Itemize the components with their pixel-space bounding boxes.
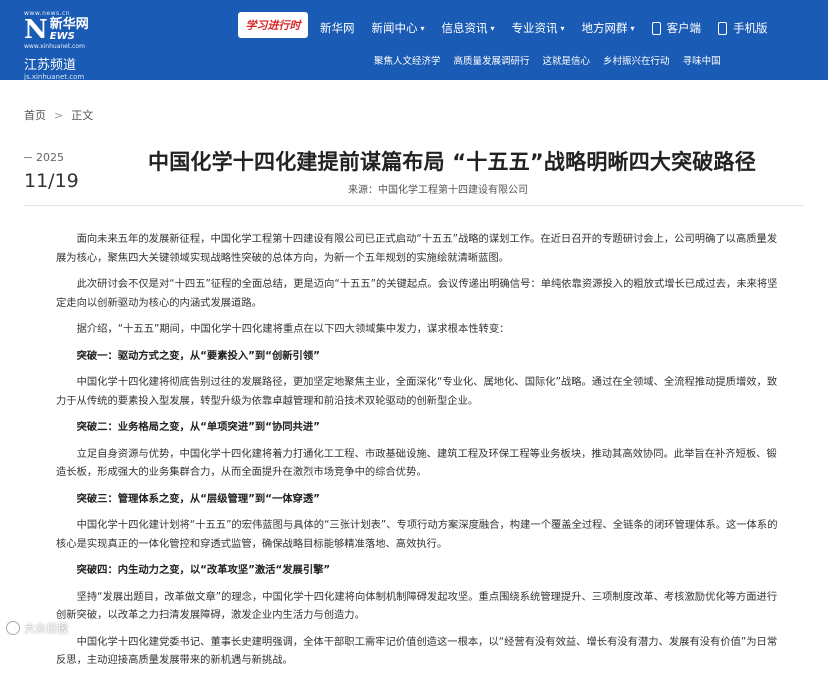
section-heading: 突破三：管理体系之变，从“层级管理”到“一体穿透” xyxy=(76,492,320,505)
nav-item-6[interactable]: 手机版 xyxy=(718,20,768,36)
study-badge-text: 学习进行时 xyxy=(245,19,301,32)
nav-item-4[interactable]: 地方网群 ▾ xyxy=(582,20,635,36)
article-body: 面向未来五年的发展新征程，中国化学工程第十四建设有限公司已正式启动“十五五”战略… xyxy=(56,230,780,678)
nav-item-label: 专业资讯 xyxy=(511,21,558,35)
top-nav: 新华网 新闻中心 ▾ 信息资讯 ▾ 专业资讯 ▾ 地方网群 ▾ 客户端 手机版 xyxy=(320,20,785,36)
paragraph: 立足自身资源与优势，中国化学十四化建将着力打通化工工程、市政基础设施、建筑工程及… xyxy=(56,447,777,479)
watermark: 大众日报 xyxy=(6,620,68,636)
paragraph: 中国化学十四化建计划将“十五五”的宏伟蓝图与具体的“三张计划表”、专项行动方案深… xyxy=(56,519,778,550)
nav-item-label: 信息资讯 xyxy=(441,21,488,35)
breadcrumb-home[interactable]: 首页 xyxy=(24,107,46,123)
subnav-item-1[interactable]: 高质量发展调研行 xyxy=(454,53,530,67)
paragraph: 此次研讨会不仅是对“十四五”征程的全面总结，更是迈向“十五五”的关键起点。会议传… xyxy=(56,278,778,309)
channel-url: js.xinhuanet.com xyxy=(24,73,85,81)
paragraph: 据介绍，“十五五”期间，中国化学十四化建将重点在以下四大领域集中发力，谋求根本性… xyxy=(76,323,510,335)
logo-n: N xyxy=(24,15,48,45)
publish-year-row: 2025 xyxy=(24,151,92,164)
page-title: 中国化学十四化建提前谋篇布局 “十五五”战略明晰四大突破路径 xyxy=(148,150,756,174)
logo-mark: N 新华网 EWS xyxy=(24,15,89,45)
nav-item-label: 新华网 xyxy=(320,21,355,35)
section-heading: 突破一：驱动方式之变，从“要素投入”到“创新引领” xyxy=(76,349,320,362)
subnav-item-4[interactable]: 寻味中国 xyxy=(683,53,721,67)
publish-day: 11/19 xyxy=(24,170,79,192)
dash-decoration xyxy=(24,157,32,158)
sub-nav: 聚焦人文经济学 高质量发展调研行 这就是信心 乡村振兴在行动 寻味中国 xyxy=(374,53,734,67)
title-divider xyxy=(24,205,804,206)
nav-item-label: 地方网群 xyxy=(581,21,628,35)
paragraph: 中国化学十四化建将彻底告别过往的发展路径，更加坚定地聚焦主业，全面深化“专业化、… xyxy=(56,376,778,407)
nav-item-3[interactable]: 专业资讯 ▾ xyxy=(512,20,565,36)
paragraph: 面向未来五年的发展新征程，中国化学工程第十四建设有限公司已正式启动“十五五”战略… xyxy=(56,233,778,264)
nav-item-5[interactable]: 客户端 xyxy=(651,20,702,36)
chevron-down-icon: ▾ xyxy=(490,23,495,33)
logo-cn: 新华网 xyxy=(49,17,89,32)
publish-year: 2025 xyxy=(36,151,64,164)
nav-item-0[interactable]: 新华网 xyxy=(320,20,355,36)
chevron-down-icon: ▾ xyxy=(420,23,425,33)
section-heading: 突破二：业务格局之变，从“单项突进”到“协同共进” xyxy=(76,421,320,433)
paragraph: 中国化学十四化建党委书记、董事长史建明强调，全体干部职工需牢记价值创造这一根本，… xyxy=(56,635,778,667)
breadcrumb-current: 正文 xyxy=(71,109,94,122)
section-heading: 突破四：内生动力之变，以“改革攻坚”激活“发展引擎” xyxy=(76,564,331,576)
paragraph: 坚持“发展出题目，改革做文章”的理念，中国化学十四化建将向体制机制障碍发起攻坚。… xyxy=(56,590,778,622)
nav-item-2[interactable]: 信息资讯 ▾ xyxy=(442,20,495,36)
study-badge[interactable]: 学习进行时 xyxy=(238,12,308,38)
site-header: www.news.cn N 新华网 EWS www.xinhuanet.com … xyxy=(0,0,828,81)
watermark-text: 大众日报 xyxy=(24,622,68,635)
chevron-down-icon: ▾ xyxy=(630,23,635,33)
subnav-item-3[interactable]: 乡村振兴在行动 xyxy=(603,53,670,67)
chevron-down-icon: ▾ xyxy=(560,23,565,33)
breadcrumb-separator: > xyxy=(54,108,64,122)
phone-icon xyxy=(651,21,661,35)
publish-date: 2025 11/19 xyxy=(24,151,92,192)
subnav-item-0[interactable]: 聚焦人文经济学 xyxy=(374,53,441,67)
subnav-item-2[interactable]: 这就是信心 xyxy=(543,53,591,67)
logo-news: EWS xyxy=(49,31,75,42)
logo-url: www.news.cn xyxy=(24,10,71,17)
breadcrumb: 首页 > 正文 xyxy=(24,107,93,123)
watermark-icon xyxy=(6,621,20,635)
nav-item-label: 新闻中心 xyxy=(371,21,418,35)
logo-url2: www.xinhuanet.com xyxy=(24,43,85,50)
channel-name: 江苏频道 xyxy=(24,58,77,73)
nav-item-1[interactable]: 新闻中心 ▾ xyxy=(372,20,425,36)
site-logo[interactable]: www.news.cn N 新华网 EWS www.xinhuanet.com … xyxy=(24,10,89,81)
article-source: 来源：中国化学工程第十四建设有限公司 xyxy=(348,185,528,196)
mobile-icon xyxy=(718,21,728,35)
nav-item-label: 手机版 xyxy=(733,21,768,35)
nav-item-label: 客户端 xyxy=(666,21,702,35)
